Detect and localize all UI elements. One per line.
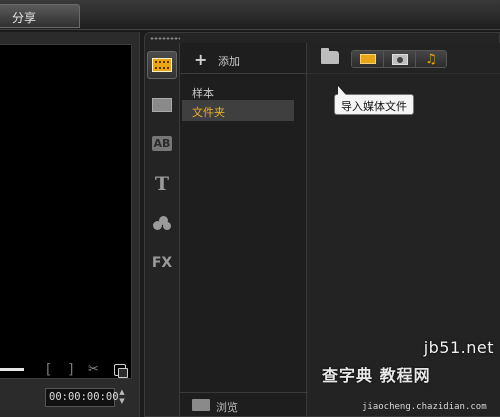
rail-filter-button[interactable]: FX: [147, 249, 177, 277]
browse-button[interactable]: 浏览: [180, 392, 308, 416]
copy-icon[interactable]: [114, 364, 128, 378]
import-media-tooltip: 导入媒体文件: [334, 86, 414, 115]
browse-label: 浏览: [216, 401, 238, 414]
video-filter-button[interactable]: [352, 51, 384, 67]
scissors-icon[interactable]: ✂: [88, 362, 99, 377]
audio-filter-button[interactable]: ♫: [416, 51, 446, 67]
add-label: 添加: [218, 55, 240, 68]
folder-pane: + 添加 样本 文件夹 浏览: [179, 43, 308, 416]
audio-filter-icon: ♫: [425, 51, 437, 67]
watermark-url: jiaocheng.chazidian.com: [362, 402, 487, 412]
watermark-text: 查字典 教程网: [322, 366, 431, 385]
panel-grip-handle[interactable]: [150, 37, 180, 40]
timecode-field[interactable]: 00:00:00:00: [45, 388, 119, 407]
mark-in-button[interactable]: [: [46, 362, 51, 378]
preview-screen[interactable]: [0, 44, 132, 379]
mark-out-button[interactable]: ]: [68, 362, 73, 378]
folder-item-samples[interactable]: 样本: [182, 81, 294, 102]
photo-filter-button[interactable]: [384, 51, 416, 67]
media-filter-group: ♫: [351, 50, 447, 68]
folder-open-icon[interactable]: [321, 48, 339, 64]
media-icon: [152, 58, 172, 72]
timecode-stepper[interactable]: ▲ ▼: [115, 388, 129, 407]
top-bar: 分享: [0, 0, 500, 30]
add-folder-button[interactable]: + 添加: [180, 43, 308, 74]
scrubber-bar[interactable]: [0, 368, 24, 371]
filter-icon: FX: [151, 255, 173, 271]
stepper-down-icon[interactable]: ▼: [115, 397, 129, 406]
plus-icon: +: [194, 50, 208, 69]
watermark-site: jb51.net: [423, 338, 494, 357]
rail-graphic-button[interactable]: [147, 209, 177, 237]
tab-share[interactable]: 分享: [0, 4, 80, 28]
media-toolbar: ♫: [308, 43, 500, 74]
rail-instant-project-button[interactable]: [147, 91, 177, 119]
transition-icon: AB: [151, 135, 173, 151]
rail-media-button[interactable]: [147, 51, 177, 79]
browse-icon: [192, 399, 210, 411]
graphic-icon: [153, 216, 171, 230]
stepper-up-icon[interactable]: ▲: [115, 388, 129, 397]
rail-title-button[interactable]: T: [147, 170, 177, 198]
library-icon-rail: AB T FX: [145, 43, 179, 415]
photo-filter-icon: [391, 53, 408, 65]
title-icon: T: [154, 173, 170, 195]
video-filter-icon: [359, 54, 376, 64]
preview-panel: [ ] ✂ 00:00:00:00 ▲ ▼: [0, 32, 140, 417]
watermark: jb51.net 查字典 教程网 jiaocheng.chazidian.com: [318, 338, 500, 417]
folder-item-folder[interactable]: 文件夹: [182, 100, 294, 121]
instant-project-icon: [152, 98, 172, 112]
rail-transition-button[interactable]: AB: [147, 129, 177, 157]
